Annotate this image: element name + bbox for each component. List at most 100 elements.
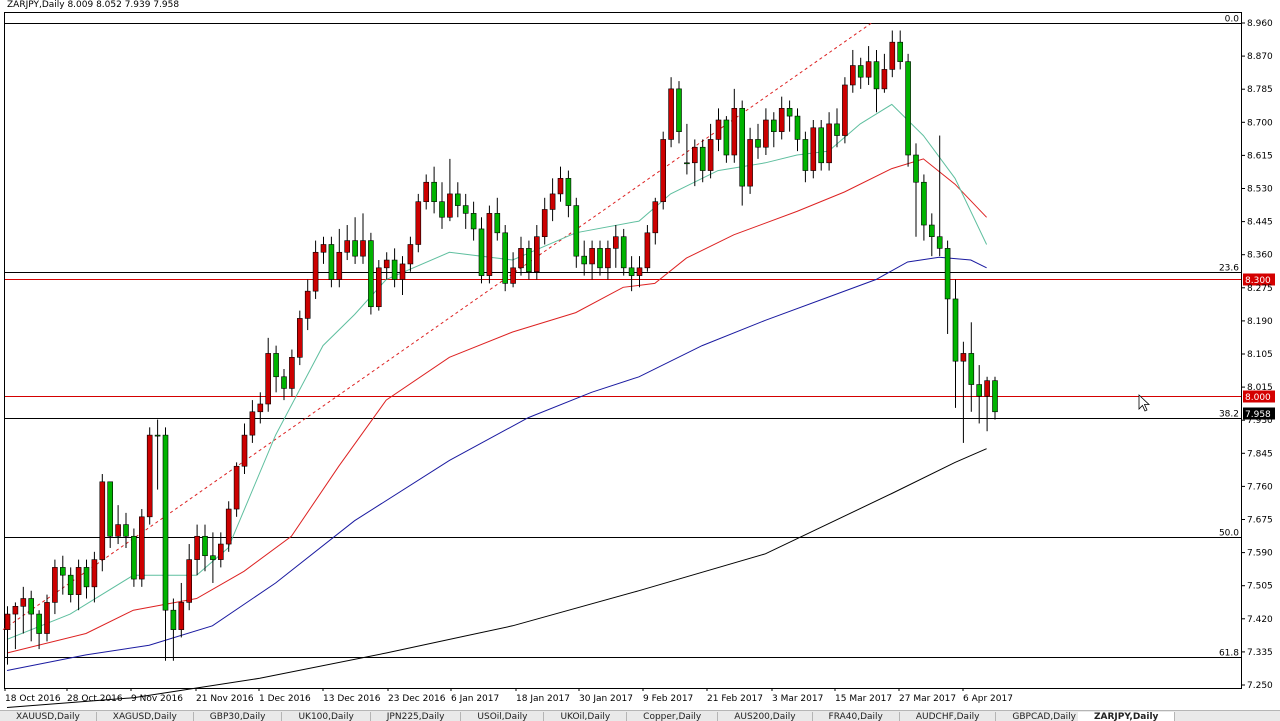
bear-candle (557, 178, 564, 195)
bull-candle (573, 205, 580, 257)
bear-candle (691, 146, 698, 164)
bull-candle (739, 108, 746, 187)
bull-candle (368, 240, 374, 308)
bull-candle (770, 119, 777, 132)
x-tick-label: 28 Oct 2016 (67, 694, 123, 704)
bull-candle (502, 232, 509, 284)
bear-candle (984, 380, 990, 397)
bull-candle (565, 178, 572, 206)
chart-tab-bar: XAUUSD,Daily XAGUSD,Daily GBP30,Daily UK100… (0, 710, 1280, 721)
bear-candle (605, 248, 611, 269)
bull-candle (897, 41, 904, 62)
bear-candle (186, 559, 192, 603)
bear-candle (763, 119, 769, 148)
bull-candle (684, 162, 690, 165)
x-tick-label: 21 Feb 2017 (707, 694, 763, 704)
bull-candle (968, 353, 975, 385)
bear-candle (533, 236, 540, 273)
bear-candle (241, 434, 248, 467)
bull-candle (873, 61, 880, 90)
bull-candle (620, 236, 627, 269)
y-tick-label: 8.960 (1247, 19, 1273, 29)
bear-candle (842, 84, 848, 136)
x-tick-label: 30 Jan 2017 (579, 694, 633, 704)
bear-candle (360, 240, 366, 257)
bear-candle (715, 119, 722, 140)
bear-candle (383, 259, 390, 269)
bear-candle (218, 543, 224, 560)
price-level-label: 8.000 (1245, 393, 1271, 403)
bear-candle (304, 290, 311, 319)
bear-candle (541, 209, 548, 238)
bull-candle (154, 434, 161, 437)
bull-candle (526, 248, 532, 273)
bull-candle (818, 127, 825, 164)
bull-candle (928, 224, 935, 238)
price-axis: 8.960 8.870 8.785 8.700 8.615 8.530 8.445 8.360… (1241, 19, 1275, 691)
x-tick-label: 27 Mar 2017 (899, 694, 956, 704)
bull-candle (755, 139, 761, 148)
y-tick-label: 7.420 (1247, 615, 1273, 625)
x-tick-label: 23 Dec 2016 (388, 694, 446, 704)
bull-candle (921, 181, 927, 226)
y-tick-label: 8.445 (1247, 218, 1273, 228)
bear-candle (731, 108, 738, 156)
x-tick-label: 6 Apr 2017 (963, 694, 1013, 704)
bear-candle (115, 524, 121, 537)
bull-candle (905, 61, 911, 156)
x-tick-label: 13 Dec 2016 (323, 694, 381, 704)
bear-candle (233, 465, 240, 510)
bull-candle (454, 193, 461, 206)
bull-candle (107, 481, 113, 537)
bull-candle (802, 139, 809, 171)
bear-candle (447, 193, 453, 218)
bull-candle (28, 598, 35, 615)
bull-candle (936, 236, 943, 249)
bull-candle (597, 248, 603, 269)
y-tick-label: 7.845 (1247, 449, 1273, 459)
bull-candle (123, 524, 129, 537)
bear-candle (652, 201, 659, 234)
y-tick-label: 8.700 (1247, 118, 1273, 128)
bear-candle (747, 139, 753, 187)
bear-candle (510, 267, 516, 284)
bull-candle (67, 574, 74, 595)
bull-candle (439, 201, 445, 218)
bear-candle (644, 232, 651, 269)
bear-candle (486, 213, 493, 276)
bear-candle (99, 481, 106, 560)
x-tick-label: 6 Jan 2017 (451, 694, 499, 704)
bear-candle (139, 516, 145, 580)
bull-candle (952, 298, 959, 362)
bull-candle (857, 65, 864, 78)
bull-candle (281, 376, 287, 389)
bear-candle (865, 61, 872, 78)
bear-candle (707, 139, 714, 171)
bull-candle (162, 434, 169, 611)
bear-candle (407, 244, 414, 265)
fib-level-label: 38.2 (1219, 410, 1239, 420)
bear-candle (312, 251, 319, 292)
bull-candle (794, 115, 801, 140)
time-axis: 18 Oct 2016 28 Oct 2016 9 Nov 2016 21 Nov 2… (4, 688, 1013, 704)
bear-candle (849, 65, 856, 86)
bull-candle (944, 248, 951, 300)
x-tick-label: 21 Nov 2016 (196, 694, 254, 704)
bull-candle (131, 535, 137, 580)
bull-candle (83, 567, 90, 588)
bear-candle (636, 267, 643, 276)
x-tick-label: 1 Dec 2016 (259, 694, 311, 704)
bull-candle (699, 146, 706, 171)
bear-candle (75, 567, 82, 595)
bear-candle (336, 251, 343, 280)
bear-candle (889, 41, 896, 70)
bull-candle (976, 384, 983, 397)
bull-candle (494, 213, 501, 234)
bear-candle (91, 559, 98, 588)
bear-candle (4, 613, 11, 630)
bull-candle (834, 123, 840, 136)
bull-candle (170, 609, 177, 630)
bull-candle (462, 205, 469, 214)
bull-candle (352, 240, 358, 257)
x-tick-label: 9 Nov 2016 (131, 694, 183, 704)
